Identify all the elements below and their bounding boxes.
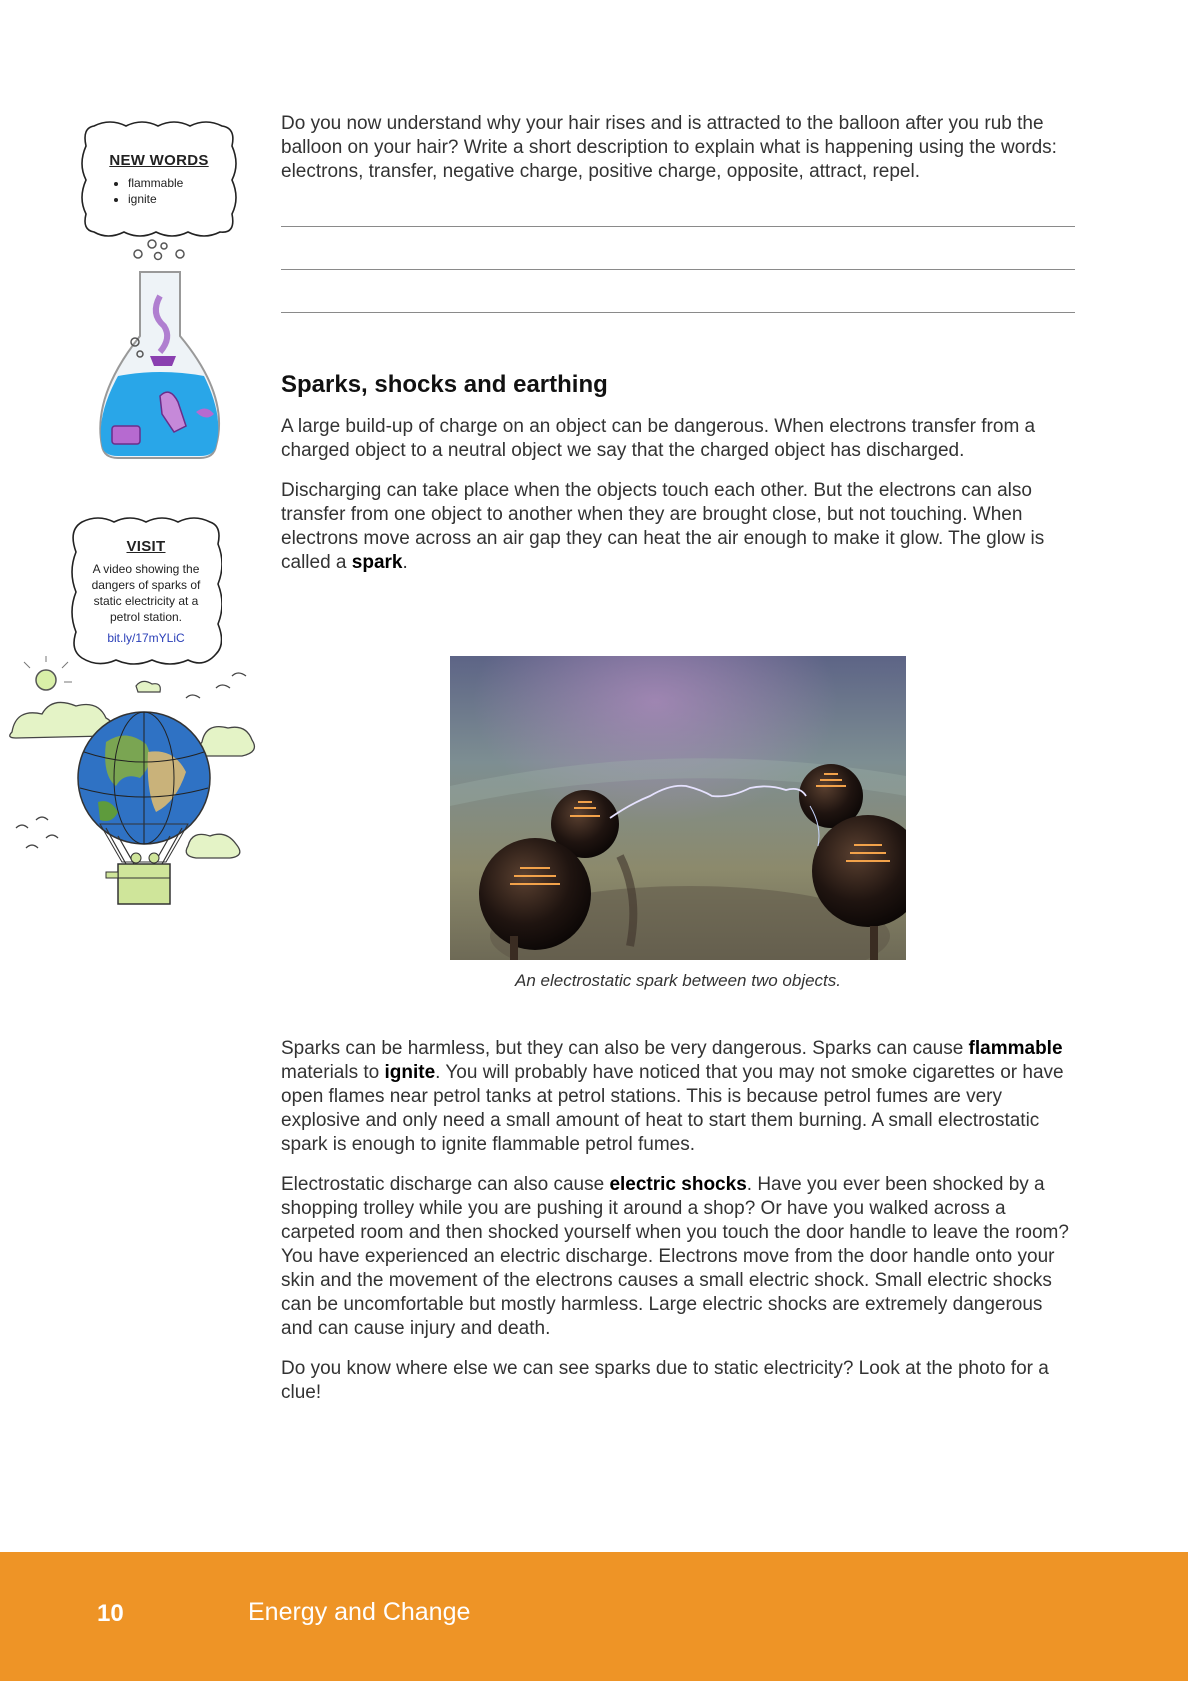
- visit-link[interactable]: bit.ly/17mYLiC: [70, 631, 222, 645]
- lower-content: Sparks can be harmless, but they can als…: [281, 1037, 1075, 1421]
- footer-title: Energy and Change: [248, 1598, 471, 1626]
- keyword-flammable: flammable: [968, 1038, 1063, 1059]
- text-run: .: [402, 552, 408, 573]
- main-content: Do you now understand why your hair rise…: [281, 112, 1075, 591]
- page-footer: 10 Energy and Change: [0, 1552, 1188, 1681]
- globe-balloon-illustration-icon: [9, 656, 256, 905]
- page-number: 10: [97, 1600, 124, 1627]
- visit-box: VISIT A video showing the dangers of spa…: [70, 514, 222, 668]
- text-run: materials to: [281, 1062, 385, 1083]
- intro-question: Do you now understand why your hair rise…: [281, 113, 1057, 182]
- paragraph-question: Do you know where else we can see sparks…: [281, 1358, 1049, 1403]
- photo-caption: An electrostatic spark between two objec…: [515, 971, 841, 990]
- section-heading: Sparks, shocks and earthing: [281, 371, 608, 398]
- visit-description: A video showing the dangers of sparks of…: [91, 562, 201, 624]
- new-words-box: NEW WORDS flammable ignite: [80, 118, 238, 240]
- keyword-ignite: ignite: [384, 1062, 436, 1083]
- keyword-electric-shocks: electric shocks: [609, 1174, 747, 1195]
- new-words-heading: NEW WORDS: [109, 152, 209, 169]
- section-paragraph: A large build-up of charge on an object …: [281, 416, 1036, 461]
- visit-heading: VISIT: [126, 538, 166, 555]
- flask-illustration-icon: [99, 239, 220, 459]
- keyword-spark: spark: [351, 552, 403, 573]
- new-word-item: ignite: [128, 191, 238, 207]
- section-paragraph: Discharging can take place when the obje…: [281, 479, 1075, 575]
- text-run: Electrostatic discharge can also cause: [281, 1174, 610, 1195]
- text-run: . Have you ever been shocked by a shoppi…: [281, 1174, 1069, 1339]
- electrostatic-spark-photo-icon: [450, 656, 906, 960]
- paragraph-electric-shocks: Electrostatic discharge can also cause e…: [281, 1173, 1075, 1341]
- new-word-item: flammable: [128, 175, 238, 191]
- spark-photo: [450, 656, 906, 960]
- text-run: Sparks can be harmless, but they can als…: [281, 1038, 969, 1059]
- new-words-list: flammable ignite: [128, 175, 238, 207]
- paragraph-sparks-danger: Sparks can be harmless, but they can als…: [281, 1037, 1075, 1157]
